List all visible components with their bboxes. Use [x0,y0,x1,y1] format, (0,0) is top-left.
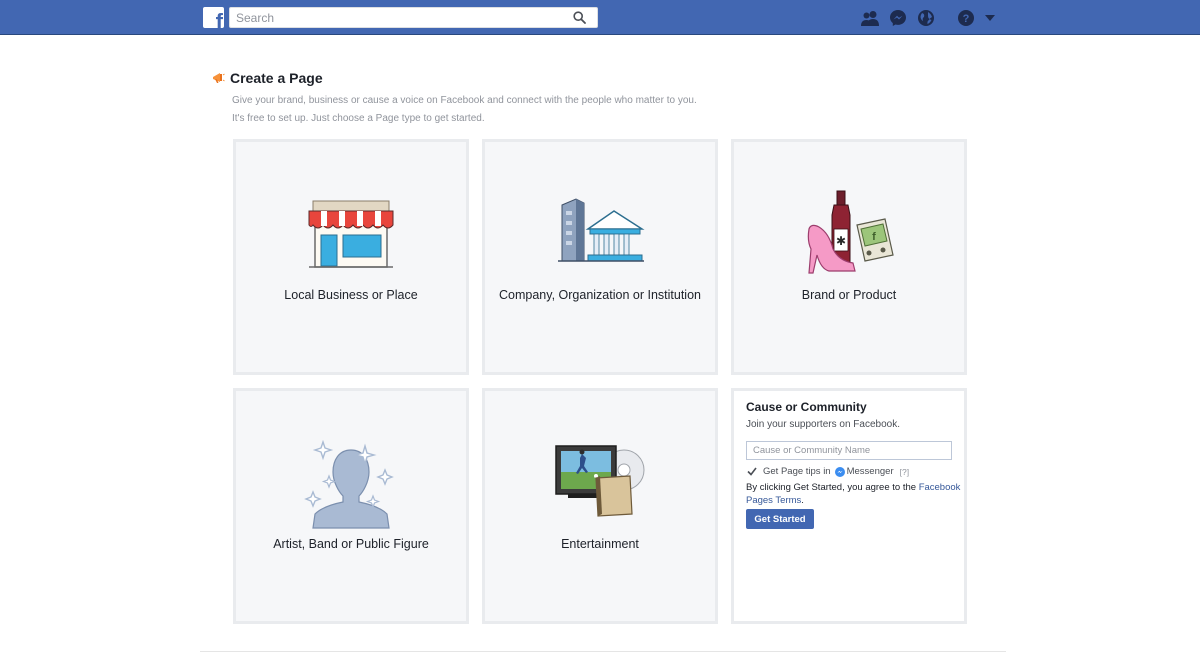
caret-down-icon [985,15,995,21]
tile-art [485,182,715,282]
cause-title: Cause or Community [746,400,867,414]
tile-label: Entertainment [561,537,639,551]
buildings-icon [558,198,645,262]
storefront-icon [308,200,394,268]
tile-entertainment[interactable]: Entertainment [482,388,718,624]
terms-suffix: . [801,495,804,506]
messenger-label: Messenger [846,466,894,477]
account-menu-button[interactable] [984,8,996,28]
page-tips-label: Get Page tips in [763,466,831,477]
terms-notice: By clicking Get Started, you agree to th… [746,481,961,507]
page-subtitle-line1: Give your brand, business or cause a voi… [232,95,697,106]
friends-icon [861,11,879,26]
tile-art [236,182,466,282]
search-button[interactable] [561,8,597,27]
nav-icon-group: ? [860,8,1004,28]
title-row: Create a Page [212,69,323,87]
svg-text:f: f [872,231,876,243]
tile-art: ✱ f [734,182,964,282]
cause-subtitle: Join your supporters on Facebook. [746,419,900,430]
facebook-logo-icon[interactable]: f [203,7,224,28]
top-navigation-bar: f Search ? [0,0,1200,35]
tile-label: Company, Organization or Institution [499,288,701,302]
facebook-logo-letter: f [215,9,223,29]
page-subtitle-line2: It's free to set up. Just choose a Page … [232,113,485,124]
tile-local-business[interactable]: Local Business or Place [233,139,469,375]
help-button[interactable]: ? [956,8,976,28]
tile-artist-band-public-figure[interactable]: Artist, Band or Public Figure [233,388,469,624]
tile-art [236,435,466,535]
globe-icon [918,10,934,26]
tile-label: Local Business or Place [284,288,418,302]
tile-brand-product[interactable]: ✱ f Brand or Product [731,139,967,375]
terms-prefix: By clicking Get Started, you agree to th… [746,482,917,493]
tile-art [485,431,715,531]
search-input[interactable] [230,8,560,27]
messenger-icon [890,10,906,26]
page-tips-checkbox[interactable] [746,466,758,478]
tile-cause-community: Cause or Community Join your supporters … [731,388,967,624]
tile-label: Artist, Band or Public Figure [273,537,429,551]
messenger-small-icon [834,466,845,477]
page-header: Create a Page [212,69,323,87]
artist-silhouette-icon [304,440,394,529]
tile-company-organization[interactable]: Company, Organization or Institution [482,139,718,375]
svg-text:✱: ✱ [836,234,846,248]
page-title: Create a Page [230,70,323,86]
friend-requests-button[interactable] [860,8,880,28]
page-tips-row: Get Page tips in Messenger [?] [746,465,909,478]
products-icon: ✱ f [807,190,894,274]
cause-name-input[interactable] [746,441,952,460]
megaphone-icon [213,73,225,83]
footer-divider [200,651,1006,652]
help-icon: ? [958,10,974,26]
checkmark-icon [747,467,757,476]
help-link[interactable]: [?] [900,467,909,477]
search-box [229,7,598,28]
search-icon [572,11,586,24]
get-started-button[interactable]: Get Started [746,509,814,529]
notifications-button[interactable] [916,8,936,28]
tile-label: Brand or Product [801,288,897,302]
tv-media-icon [555,445,645,517]
svg-text:?: ? [963,13,970,25]
messenger-button[interactable] [888,8,908,28]
